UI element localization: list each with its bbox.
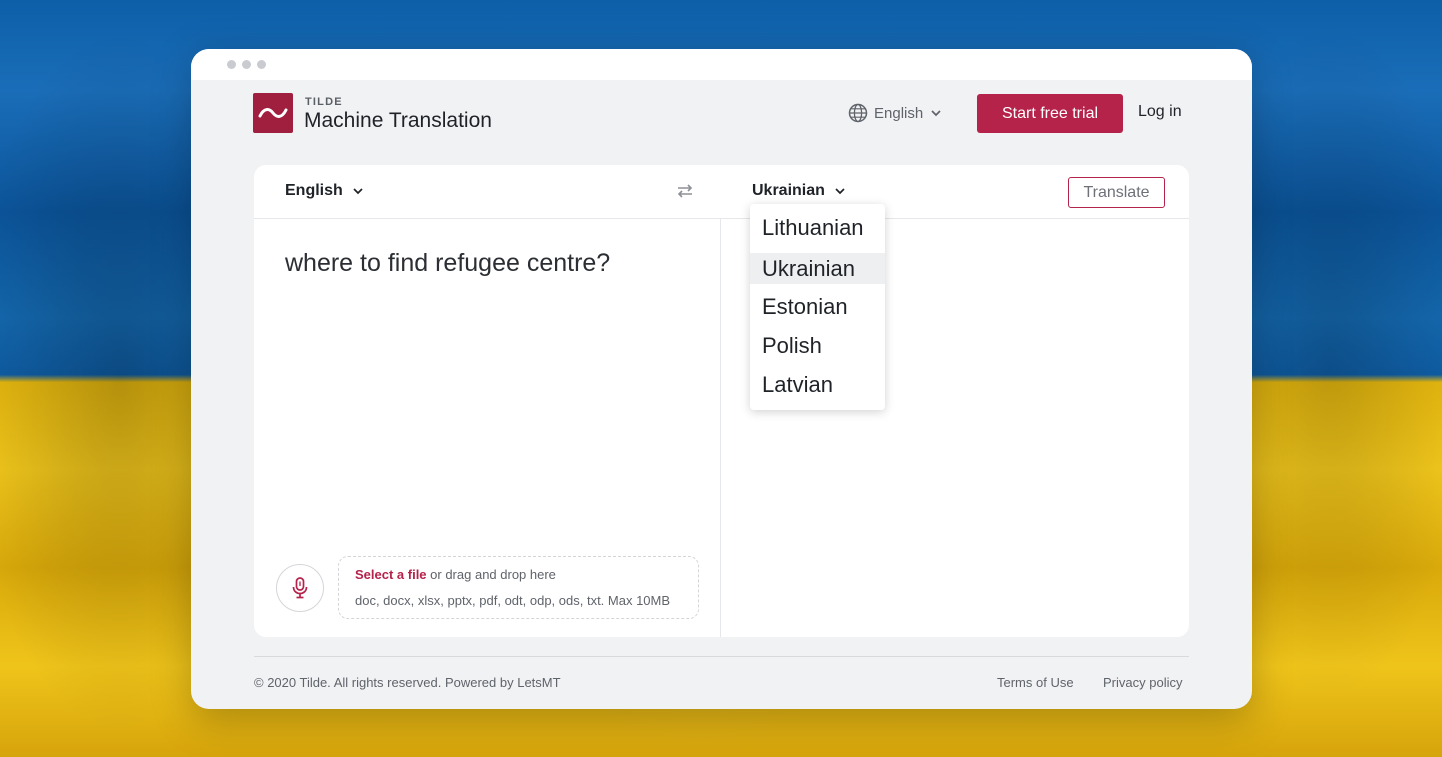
dropdown-option-polish[interactable]: Polish	[750, 330, 885, 361]
dropdown-option-lithuanian[interactable]: Lithuanian	[750, 212, 885, 243]
translation-panel: English Ukrainian Translate where to fin…	[254, 165, 1189, 637]
translate-button[interactable]: Translate	[1068, 177, 1165, 208]
brand-small: TILDE	[305, 96, 343, 108]
tilde-logo-icon[interactable]	[253, 93, 293, 133]
brand-name: Machine Translation	[304, 109, 492, 132]
select-file-link[interactable]: Select a file	[355, 567, 427, 582]
chevron-down-icon	[835, 188, 845, 195]
window-dot	[257, 60, 266, 69]
swap-arrows-icon[interactable]	[674, 180, 696, 202]
dropdown-option-estonian[interactable]: Estonian	[750, 291, 885, 322]
window-dot	[242, 60, 251, 69]
globe-icon	[848, 103, 868, 123]
supported-formats: doc, docx, xlsx, pptx, pdf, odt, odp, od…	[355, 593, 671, 608]
log-in-link[interactable]: Log in	[1138, 103, 1182, 121]
microphone-icon	[292, 577, 308, 599]
target-language-dropdown[interactable]: Lithuanian Ukrainian Estonian Polish Lat…	[750, 204, 885, 410]
language-bar: English Ukrainian Translate	[254, 165, 1189, 219]
microphone-button[interactable]	[276, 564, 324, 612]
source-language-selector[interactable]: English	[285, 182, 365, 200]
column-divider	[720, 218, 721, 637]
source-language-label: English	[285, 182, 343, 199]
ui-language-label: English	[874, 104, 924, 122]
privacy-policy-link[interactable]: Privacy policy	[1103, 675, 1182, 690]
terms-of-use-link[interactable]: Terms of Use	[997, 675, 1074, 690]
target-language-selector[interactable]: Ukrainian	[752, 182, 847, 200]
chevron-down-icon	[931, 110, 941, 117]
window-titlebar	[191, 49, 1252, 80]
drop-zone-instructions: Select a file or drag and drop here	[355, 567, 556, 582]
window-dot	[227, 60, 236, 69]
browser-window: TILDE Machine Translation English Start …	[191, 49, 1252, 709]
dropdown-option-latvian[interactable]: Latvian	[750, 369, 885, 400]
source-text-input[interactable]: where to find refugee centre?	[285, 249, 695, 278]
target-language-label: Ukrainian	[752, 182, 825, 199]
file-drop-zone[interactable]: Select a file or drag and drop here doc,…	[338, 556, 699, 619]
drop-zone-text: or drag and drop here	[426, 567, 556, 582]
chevron-down-icon	[353, 188, 363, 195]
footer-divider	[254, 656, 1189, 657]
ui-language-selector[interactable]: English	[848, 103, 943, 123]
copyright-text: © 2020 Tilde. All rights reserved. Power…	[254, 675, 561, 690]
dropdown-option-ukrainian[interactable]: Ukrainian	[750, 253, 885, 284]
start-free-trial-button[interactable]: Start free trial	[977, 94, 1123, 133]
